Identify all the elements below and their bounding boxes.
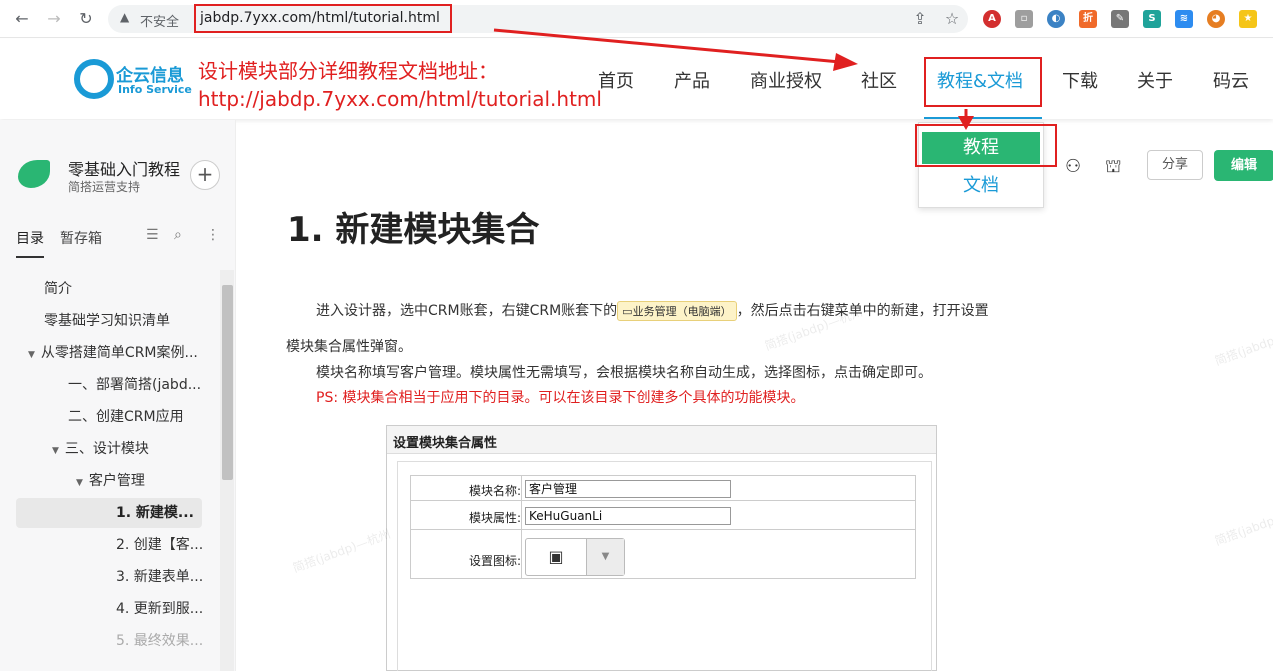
page-title: 1. 新建模块集合 (287, 210, 540, 250)
toc-item[interactable]: ▼ 客户管理 (76, 466, 145, 496)
module-name-input[interactable]: 客户管理 (525, 480, 731, 498)
warning-icon: ▲ (120, 10, 130, 24)
main-content: ⚇ ⛫ 分享 编辑 1. 新建模块集合 进入设计器，选中CRM账套，右键CRM账… (237, 120, 1273, 671)
annotation-line: 设计模块部分详细教程文档地址： (198, 59, 498, 83)
dropdown-item-docs[interactable]: 文档 (919, 171, 1043, 197)
extension-icon[interactable]: ★ (1239, 10, 1257, 28)
sidebar-scroll-thumb[interactable] (222, 285, 233, 480)
toc-item[interactable]: 二、创建CRM应用 (68, 402, 184, 432)
browser-toolbar: ← → ↻ ▲ 不安全 jabdp.7yxx.com/html/tutorial… (0, 0, 1273, 38)
bookmark-star-icon[interactable]: ☆ (942, 9, 962, 29)
paragraph: 模块名称填写客户管理。模块属性无需填写，会根据模块名称自动生成，选择图标，点击确… (316, 365, 932, 381)
sidebar: 零基础入门教程 简搭运营支持 + 目录 暂存箱 ☰ ⌕ ⋮ 简介 零基础学习知识… (0, 120, 236, 671)
tab-drafts[interactable]: 暂存箱 (60, 228, 102, 248)
tab-indicator (16, 256, 44, 258)
form-label: 设置图标: (468, 554, 521, 568)
annotation-text: 设计模块部分详细教程文档地址： http://jabdp.7yxx.com/ht… (198, 57, 602, 113)
caret-down-icon[interactable]: ▼ (76, 468, 83, 496)
extension-icon[interactable]: ▫ (1015, 10, 1033, 28)
tab-toc[interactable]: 目录 (16, 228, 44, 248)
book-title[interactable]: 零基础入门教程 (68, 156, 180, 180)
icon-picker[interactable]: ▣ ▼ (525, 538, 625, 576)
form-row: 模块属性: KeHuGuanLi (411, 501, 915, 530)
dialog-body: 模块名称: 客户管理 模块属性: KeHuGuanLi 设置图标: ▣ ▼ 简搭… (291, 461, 932, 671)
extension-icon[interactable]: ◕ (1207, 10, 1225, 28)
toc-item[interactable]: 2. 创建【客... (116, 530, 203, 560)
caret-down-icon[interactable]: ▼ (52, 436, 59, 464)
watermark: 简搭(jabdp)—杭州 (290, 526, 393, 576)
list-view-icon[interactable]: ☰ (146, 227, 159, 243)
toc-item[interactable]: 3. 新建表单... (116, 562, 203, 592)
toc-item[interactable]: 零基础学习知识清单 (44, 306, 170, 336)
site-logo[interactable]: 企云信息 Info Service (74, 59, 192, 101)
menu-annotation-box (924, 57, 1042, 107)
watermark: 简搭(jabdp)—杭州 (1212, 499, 1273, 549)
search-icon[interactable]: ⌕ (174, 227, 182, 243)
add-member-icon[interactable]: ⚇ (1065, 156, 1081, 177)
adblock-extension-icon[interactable]: A (983, 10, 1001, 28)
nav-license[interactable]: 商业授权 (750, 67, 822, 93)
extension-icon[interactable]: ≋ (1175, 10, 1193, 28)
dialog-title: 设置模块集合属性 (393, 436, 498, 451)
nav-gitee[interactable]: 码云 (1213, 67, 1249, 93)
caret-down-icon[interactable]: ▼ (28, 340, 35, 368)
paragraph: 模块集合属性弹窗。 (286, 339, 412, 355)
share-page-icon[interactable]: ⇪ (910, 9, 930, 29)
security-label: 不安全 (140, 15, 180, 30)
nav-community[interactable]: 社区 (861, 67, 897, 93)
form-divider (521, 476, 522, 578)
form-table: 模块名称: 客户管理 模块属性: KeHuGuanLi 设置图标: ▣ ▼ (410, 475, 916, 579)
extension-icon[interactable]: S (1143, 10, 1161, 28)
back-icon[interactable]: ← (12, 9, 32, 29)
eyedropper-extension-icon[interactable]: ✎ (1111, 10, 1129, 28)
chevron-down-icon[interactable]: ▼ (586, 539, 624, 575)
paragraph: 进入设计器，选中CRM账套，右键CRM账套下的 ▭业务管理（电脑端） ，然后点击右键… (316, 301, 989, 321)
book-logo-icon (18, 160, 50, 188)
module-attr-input[interactable]: KeHuGuanLi (525, 507, 731, 525)
toc-item[interactable]: 简介 (44, 274, 72, 304)
extension-icon[interactable]: 折 (1079, 10, 1097, 28)
share-button[interactable]: 分享 (1147, 150, 1203, 180)
toc-item[interactable]: 5. 最终效果... (116, 626, 203, 656)
more-icon[interactable]: ⋮ (206, 227, 220, 243)
extension-icon[interactable]: ◐ (1047, 10, 1065, 28)
logo-subtitle: Info Service (118, 83, 192, 96)
edit-button[interactable]: 编辑 (1214, 150, 1273, 181)
dialog-screenshot: 设置模块集合属性 模块名称: 客户管理 模块属性: KeHuGuanLi 设置图… (291, 425, 937, 671)
toc-item[interactable]: 4. 更新到服... (116, 594, 203, 624)
logo-mark-icon (74, 59, 114, 99)
nav-home[interactable]: 首页 (598, 67, 634, 93)
add-button[interactable]: + (190, 160, 220, 190)
active-nav-indicator (924, 117, 1042, 119)
nav-download[interactable]: 下载 (1062, 67, 1098, 93)
reload-icon[interactable]: ↻ (76, 9, 96, 29)
inline-tag: ▭业务管理（电脑端） (617, 301, 737, 321)
forward-icon[interactable]: → (44, 9, 64, 29)
toc-item[interactable]: 一、部署简搭(jabd... (68, 370, 201, 400)
present-icon[interactable]: ⛫ (1105, 156, 1122, 180)
nav-about[interactable]: 关于 (1137, 67, 1173, 93)
form-label: 模块属性: (468, 511, 521, 525)
url-annotation-box (194, 4, 452, 33)
contact-card-icon: ▣ (548, 547, 564, 566)
annotation-line: http://jabdp.7yxx.com/html/tutorial.html (198, 87, 602, 111)
form-label: 模块名称: (468, 484, 521, 498)
watermark: 简搭(jabdp)—杭州 (1212, 319, 1273, 369)
ps-note: PS: 模块集合相当于应用下的目录。可以在该目录下创建多个具体的功能模块。 (316, 390, 805, 406)
monitor-icon: ▭ (622, 305, 633, 318)
nav-products[interactable]: 产品 (674, 67, 710, 93)
form-row: 模块名称: 客户管理 (411, 476, 915, 501)
dropdown-annotation-box (915, 124, 1057, 167)
site-header: 企云信息 Info Service 设计模块部分详细教程文档地址： http:/… (0, 39, 1273, 119)
toc-item[interactable]: ▼ 三、设计模块 (52, 434, 149, 464)
book-subtitle: 简搭运营支持 (68, 180, 141, 194)
toc-item[interactable]: ▼ 从零搭建简单CRM案例... (28, 338, 198, 368)
toc-item-selected[interactable]: 1. 新建模... (16, 498, 202, 528)
